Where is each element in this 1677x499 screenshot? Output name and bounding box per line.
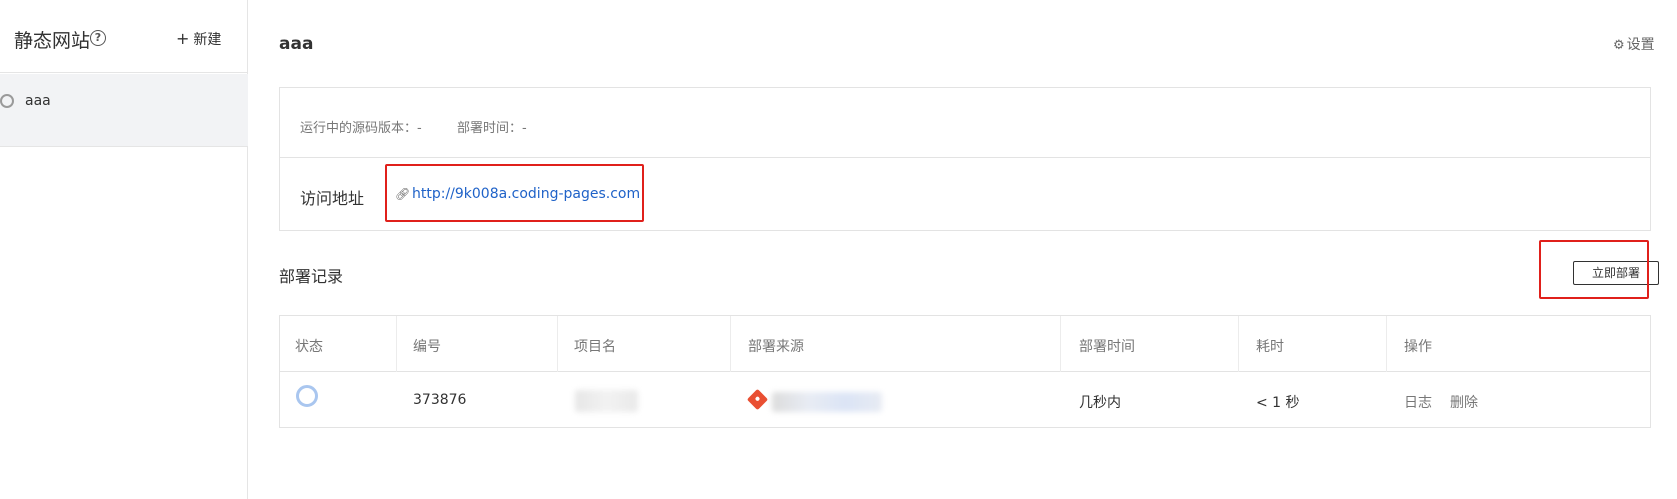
- log-link[interactable]: 日志: [1404, 392, 1432, 412]
- deploy-time-text: 部署时间：-: [457, 121, 527, 136]
- column-separator: [1238, 316, 1239, 372]
- row-id: 373876: [413, 392, 467, 408]
- status-circle-icon: [296, 385, 318, 407]
- column-separator: [557, 316, 558, 372]
- highlight-box-deploy: [1539, 240, 1649, 299]
- column-separator: [396, 316, 397, 372]
- redacted-project-name: [575, 390, 638, 412]
- column-separator: [1386, 316, 1387, 372]
- sidebar-item-label: aaa: [25, 93, 51, 109]
- visit-address-label: 访问地址: [300, 189, 365, 208]
- header-duration: 耗时: [1256, 339, 1284, 355]
- header-source: 部署来源: [748, 339, 804, 355]
- app: 静态网站 ? + 新建 aaa aaa ⚙ 设置 运行中的源码版本：- 部署时间：-…: [0, 0, 1677, 499]
- gear-icon: ⚙: [1613, 38, 1625, 53]
- highlight-box-url: [385, 164, 644, 222]
- new-site-label: 新建: [193, 32, 222, 48]
- header-deploy-time: 部署时间: [1079, 339, 1135, 355]
- settings-button[interactable]: ⚙ 设置: [1613, 34, 1655, 54]
- plus-icon: +: [176, 29, 190, 48]
- header-actions: 操作: [1404, 339, 1432, 355]
- header-id: 编号: [413, 339, 441, 355]
- info-row-version: 运行中的源码版本：- 部署时间：-: [280, 88, 1650, 158]
- column-separator: [1060, 316, 1061, 372]
- source-version-text: 运行中的源码版本：-: [300, 121, 422, 136]
- row-duration: < 1 秒: [1256, 395, 1300, 411]
- deploy-table: 状态 编号 项目名 部署来源 部署时间 耗时 操作 373876 几秒内 < 1…: [279, 315, 1651, 428]
- help-icon[interactable]: ?: [90, 30, 106, 46]
- sidebar-title: 静态网站: [14, 30, 91, 52]
- column-separator: [730, 316, 731, 372]
- header-project: 项目名: [574, 339, 616, 355]
- settings-label: 设置: [1626, 37, 1655, 53]
- status-circle-icon: [0, 94, 14, 108]
- git-icon: [746, 388, 769, 411]
- sidebar-item-aaa[interactable]: aaa: [0, 74, 248, 147]
- records-title: 部署记录: [279, 267, 344, 286]
- row-deploy-time: 几秒内: [1079, 395, 1121, 411]
- page-title: aaa: [279, 34, 314, 54]
- table-header: 状态 编号 项目名 部署来源 部署时间 耗时 操作: [280, 316, 1650, 372]
- sidebar: 静态网站 ? + 新建 aaa: [0, 0, 248, 499]
- header-status: 状态: [295, 339, 323, 355]
- redacted-source: [772, 392, 882, 412]
- sidebar-header: 静态网站 ? + 新建: [0, 0, 248, 73]
- table-row: 373876 几秒内 < 1 秒 日志 删除: [280, 372, 1650, 428]
- new-site-button[interactable]: + 新建: [176, 29, 221, 49]
- delete-link[interactable]: 删除: [1450, 392, 1478, 412]
